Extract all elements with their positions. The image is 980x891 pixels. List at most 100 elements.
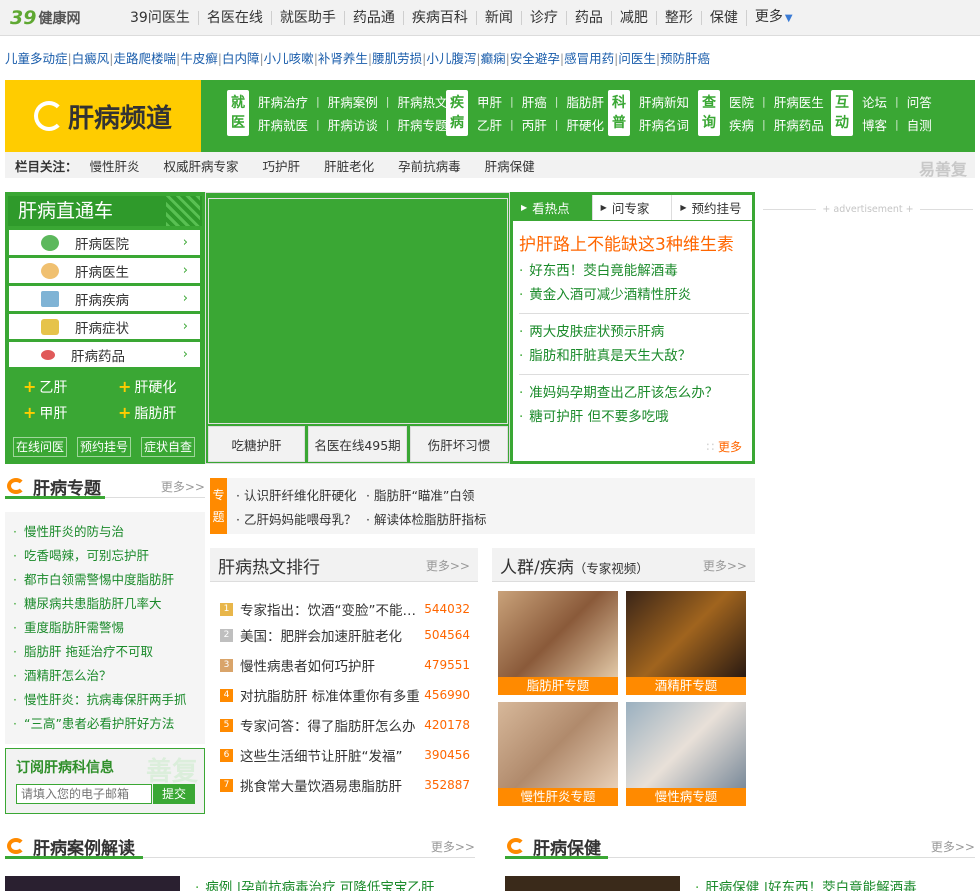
nav-item-weight-loss[interactable]: 减肥: [610, 10, 656, 25]
table-row[interactable]: 3 慢性病患者如何巧护肝 479551: [220, 656, 478, 675]
video-card[interactable]: 慢性病专题: [626, 702, 746, 806]
list-item[interactable]: · 肝病保健 |好东西！茭白竟能解酒毒: [695, 876, 917, 891]
channel-link[interactable]: 医院: [729, 92, 754, 111]
submit-button[interactable]: 提交: [153, 784, 195, 804]
nav-item-ask-doctor[interactable]: 39问医生: [122, 11, 198, 25]
list-item[interactable]: · 吃香喝辣，可别忘护肝: [13, 544, 205, 568]
list-item[interactable]: · 病例 |孕前抗病毒治疗 可降低宝宝乙肝: [195, 876, 434, 891]
tab-hot[interactable]: ▶ 看热点: [513, 195, 593, 220]
case-image[interactable]: [5, 876, 180, 891]
channel-link[interactable]: 脂肪肝: [566, 92, 604, 111]
column-link[interactable]: 慢性肝炎: [90, 156, 140, 175]
crowd-more-link[interactable]: 更多>>: [703, 557, 747, 574]
site-logo[interactable]: 39 健康网: [0, 0, 122, 36]
list-item[interactable]: · 黄金入酒可减少酒精性肝炎: [519, 283, 752, 307]
disease-link-cirrhosis[interactable]: + 肝硬化: [118, 377, 176, 397]
online-consult-button[interactable]: 在线问医: [13, 437, 68, 457]
direct-item-drug[interactable]: 肝病药品 ›: [9, 342, 200, 367]
column-link[interactable]: 权威肝病专家: [164, 156, 239, 175]
nav-item-more[interactable]: 更多 ▼: [745, 9, 801, 26]
keyword-link[interactable]: 小儿腹泻: [426, 51, 476, 66]
list-item[interactable]: · 都市白领需警惕中度脂肪肝: [13, 568, 205, 592]
special-link[interactable]: · 认识肝纤维化肝硬化: [236, 485, 356, 504]
column-link[interactable]: 孕前抗病毒: [398, 156, 461, 175]
nav-item-treatment[interactable]: 诊疗: [520, 10, 566, 25]
special-link[interactable]: · 乙肝妈妈能喂母乳？: [236, 509, 356, 528]
table-row[interactable]: 6 这些生活细节让肝脏“发福” 390456: [220, 746, 478, 765]
channel-link[interactable]: 博客: [862, 115, 887, 134]
email-field[interactable]: [16, 784, 152, 804]
keyword-link[interactable]: 感冒用药: [564, 51, 614, 66]
keyword-link[interactable]: 白癜风: [72, 51, 110, 66]
list-item[interactable]: · 酒精肝怎么治？: [13, 664, 205, 688]
table-row[interactable]: 2 美国：肥胖会加速肝脏老化 504564: [220, 626, 478, 645]
channel-link[interactable]: 自测: [907, 115, 932, 134]
video-card[interactable]: 酒精肝专题: [626, 591, 746, 695]
channel-link[interactable]: 肝病新知: [639, 92, 689, 111]
list-item[interactable]: · 糖尿病共患脂肪肝几率大: [13, 592, 205, 616]
topics-more-link[interactable]: 更多>>: [161, 478, 205, 495]
tab-ask-expert[interactable]: ▶ 问专家: [592, 195, 673, 220]
list-item[interactable]: · 慢性肝炎：抗病毒保肝两手抓: [13, 688, 205, 712]
tab-appointment[interactable]: ▶ 预约挂号: [672, 195, 752, 220]
nav-item-health-care[interactable]: 保健: [700, 10, 746, 25]
appointment-button[interactable]: 预约挂号: [77, 437, 132, 457]
video-card[interactable]: 慢性肝炎专题: [498, 702, 618, 806]
channel-link[interactable]: 乙肝: [477, 115, 502, 134]
nav-item-drugs[interactable]: 药品: [565, 10, 611, 25]
keyword-link[interactable]: 走路爬楼喘: [113, 51, 176, 66]
disease-link-hepatitis-a[interactable]: + 甲肝: [23, 403, 67, 423]
keyword-link[interactable]: 牛皮癣: [180, 51, 218, 66]
banner-tab[interactable]: 名医在线495期: [308, 426, 407, 462]
channel-link[interactable]: 肝病专题: [397, 115, 447, 134]
table-row[interactable]: 1 专家指出：饮酒“变脸”不能多喝 544032: [220, 600, 478, 619]
channel-link[interactable]: 丙肝: [522, 115, 547, 134]
table-row[interactable]: 7 挑食常大量饮酒易患脂肪肝 352887: [220, 776, 478, 795]
keyword-link[interactable]: 小儿咳嗽: [264, 51, 314, 66]
symptom-check-button[interactable]: 症状自查: [141, 437, 196, 457]
list-item[interactable]: · 脂肪肝 拖延治疗不可取: [13, 640, 205, 664]
keyword-link[interactable]: 补肾养生: [318, 51, 368, 66]
nav-item-famous-doctor[interactable]: 名医在线: [197, 10, 271, 25]
channel-link[interactable]: 甲肝: [477, 92, 502, 111]
disease-link-fatty-liver[interactable]: + 脂肪肝: [118, 403, 176, 423]
nav-item-disease-wiki[interactable]: 疾病百科: [402, 10, 476, 25]
special-link[interactable]: · 解读体检脂肪肝指标: [366, 509, 486, 528]
nav-item-drug-pass[interactable]: 药品通: [343, 10, 403, 25]
list-item[interactable]: · 好东西！茭白竟能解酒毒: [519, 259, 752, 283]
channel-link[interactable]: 肝病药品: [774, 115, 824, 134]
column-link[interactable]: 巧护肝: [263, 156, 301, 175]
column-link[interactable]: 肝病保健: [485, 156, 535, 175]
disease-link-hepatitis-b[interactable]: + 乙肝: [23, 377, 67, 397]
care-image[interactable]: [505, 876, 680, 891]
video-card[interactable]: 脂肪肝专题: [498, 591, 618, 695]
nav-item-news[interactable]: 新闻: [475, 10, 521, 25]
channel-link[interactable]: 肝病医生: [774, 92, 824, 111]
direct-item-hospital[interactable]: 肝病医院 ›: [9, 230, 200, 255]
channel-link[interactable]: 肝病治疗: [258, 92, 308, 111]
list-item[interactable]: · 重度脂肪肝需警惕: [13, 616, 205, 640]
list-item[interactable]: · 脂肪和肝脏真是天生大敌？: [519, 344, 752, 368]
table-row[interactable]: 4 对抗脂肪肝 标准体重你有多重 456990: [220, 686, 478, 705]
channel-link[interactable]: 肝癌: [522, 92, 547, 111]
special-link[interactable]: · 脂肪肝“瞄准”白领: [366, 485, 474, 504]
cases-more-link[interactable]: 更多>>: [431, 838, 475, 855]
channel-link[interactable]: 肝病访谈: [328, 115, 378, 134]
nav-item-medical-helper[interactable]: 就医助手: [270, 10, 344, 25]
rank-more-link[interactable]: 更多>>: [426, 557, 470, 574]
direct-item-doctor[interactable]: 肝病医生 ›: [9, 258, 200, 283]
list-item[interactable]: · “三高”患者必看护肝好方法: [13, 712, 205, 736]
column-link[interactable]: 肝脏老化: [324, 156, 374, 175]
keyword-link[interactable]: 儿童多动症: [5, 51, 68, 66]
channel-logo[interactable]: 肝病频道: [5, 80, 201, 152]
banner-tab[interactable]: 伤肝坏习惯: [410, 426, 508, 462]
direct-item-disease[interactable]: 肝病疾病 ›: [9, 286, 200, 311]
keyword-link[interactable]: 癫痫: [481, 51, 506, 66]
keyword-link[interactable]: 安全避孕: [510, 51, 560, 66]
table-row[interactable]: 5 专家问答：得了脂肪肝怎么办 420178: [220, 716, 478, 735]
channel-link[interactable]: 肝病名词: [639, 115, 689, 134]
channel-link[interactable]: 肝硬化: [566, 115, 604, 134]
hot-more-link[interactable]: ∷ 更多: [707, 438, 742, 455]
channel-link[interactable]: 疾病: [729, 115, 754, 134]
keyword-link[interactable]: 腰肌劳损: [372, 51, 422, 66]
